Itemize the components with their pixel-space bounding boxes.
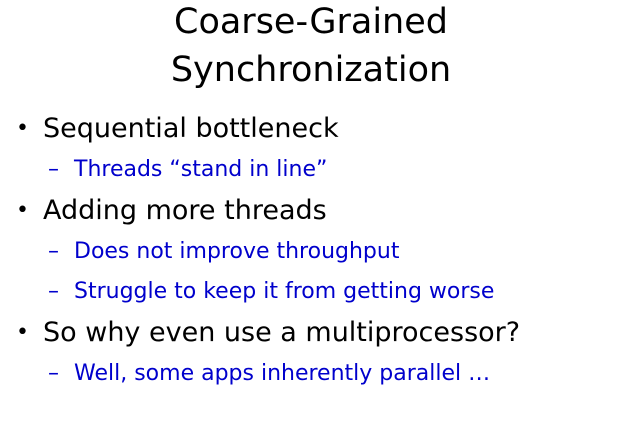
slide-title: Coarse-Grained Synchronization — [0, 0, 622, 94]
bullet-item: • Adding more threads – Does not improve… — [16, 189, 616, 311]
sub-item: – Does not improve throughput — [16, 231, 616, 271]
sub-list: – Threads “stand in line” — [16, 149, 616, 189]
sub-text: Well, some apps inherently parallel … — [74, 360, 491, 386]
title-line-1: Coarse-Grained — [174, 2, 448, 42]
sub-list: – Well, some apps inherently parallel … — [16, 353, 616, 393]
title-line-2: Synchronization — [170, 50, 452, 90]
sub-text: Threads “stand in line” — [74, 156, 328, 182]
bullet-item: • Sequential bottleneck – Threads “stand… — [16, 107, 616, 189]
dash-icon: – — [48, 360, 59, 386]
sub-text: Struggle to keep it from getting worse — [74, 278, 495, 304]
dash-icon: – — [48, 156, 59, 182]
dash-icon: – — [48, 278, 59, 304]
bullet-dot-icon: • — [16, 197, 29, 223]
bullet-text: Sequential bottleneck — [43, 112, 339, 144]
bullet-dot-icon: • — [16, 319, 29, 345]
bullet-list: • Sequential bottleneck – Threads “stand… — [16, 107, 616, 393]
sub-item: – Threads “stand in line” — [16, 149, 616, 189]
slide: Coarse-Grained Synchronization • Sequent… — [0, 0, 622, 428]
bullet-text: Adding more threads — [43, 194, 327, 226]
dash-icon: – — [48, 238, 59, 264]
bullet-row: • Sequential bottleneck — [16, 107, 616, 149]
sub-text: Does not improve throughput — [74, 238, 400, 264]
bullet-dot-icon: • — [16, 115, 29, 141]
bullet-item: • So why even use a multiprocessor? – We… — [16, 311, 616, 393]
bullet-row: • So why even use a multiprocessor? — [16, 311, 616, 353]
sub-item: – Struggle to keep it from getting worse — [16, 271, 616, 311]
bullet-row: • Adding more threads — [16, 189, 616, 231]
sub-item: – Well, some apps inherently parallel … — [16, 353, 616, 393]
bullet-text: So why even use a multiprocessor? — [43, 316, 521, 348]
sub-list: – Does not improve throughput – Struggle… — [16, 231, 616, 311]
